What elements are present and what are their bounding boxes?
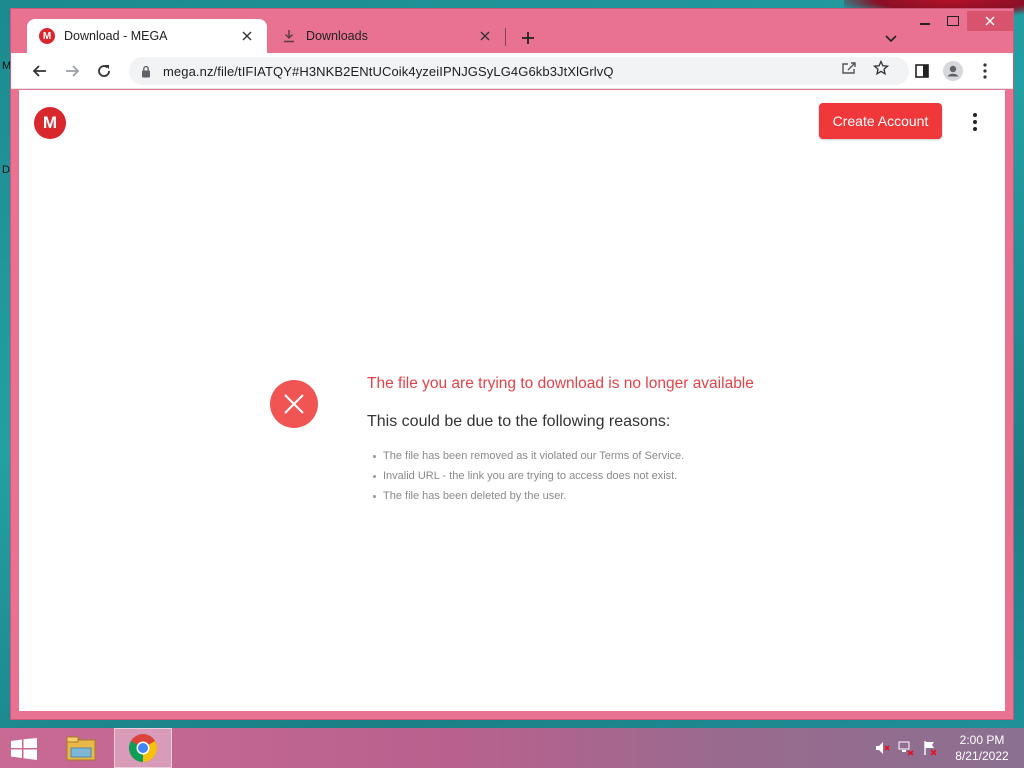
browser-toolbar: mega.nz/file/tIFIATQY#H3NKB2ENtUCoik4yze… bbox=[11, 53, 1013, 89]
browser-window: M Download - MEGA Downloads mega.nz/file… bbox=[10, 8, 1014, 720]
arrow-right-icon bbox=[66, 65, 80, 77]
plus-icon bbox=[522, 32, 534, 44]
start-button[interactable] bbox=[10, 738, 38, 760]
reload-icon bbox=[98, 65, 110, 77]
taskbar-chrome[interactable] bbox=[114, 728, 172, 768]
profile-button[interactable] bbox=[940, 58, 966, 84]
taskbar: 2:00 PM 8/21/2022 bbox=[0, 728, 1024, 768]
kebab-dot bbox=[973, 120, 977, 124]
download-icon bbox=[281, 28, 297, 44]
back-button[interactable] bbox=[27, 58, 53, 84]
share-button[interactable] bbox=[838, 57, 860, 79]
tab-separator bbox=[505, 28, 506, 46]
reload-button[interactable] bbox=[91, 58, 117, 84]
system-clock[interactable]: 2:00 PM 8/21/2022 bbox=[942, 732, 1022, 764]
url-text: mega.nz/file/tIFIATQY#H3NKB2ENtUCoik4yze… bbox=[163, 63, 614, 79]
star-icon bbox=[873, 60, 889, 76]
tab-close-icon[interactable] bbox=[239, 28, 255, 44]
clock-time: 2:00 PM bbox=[959, 733, 1005, 747]
error-title: The file you are trying to download is n… bbox=[367, 375, 754, 392]
bookmark-button[interactable] bbox=[870, 57, 892, 79]
list-item: The file has been deleted by the user. bbox=[371, 486, 684, 506]
volume-muted-icon[interactable] bbox=[874, 740, 890, 756]
page-content: M Create Account The file you are trying… bbox=[19, 90, 1005, 711]
new-tab-button[interactable] bbox=[517, 27, 539, 49]
side-panel-icon bbox=[915, 64, 929, 78]
share-icon bbox=[842, 62, 856, 74]
reasons-list: The file has been removed as it violated… bbox=[371, 446, 684, 506]
avatar-icon bbox=[943, 61, 963, 81]
tab-downloads[interactable]: Downloads bbox=[269, 19, 505, 53]
tab-search-button[interactable] bbox=[881, 29, 901, 49]
tab-strip: M Download - MEGA Downloads bbox=[11, 19, 1013, 53]
forward-button[interactable] bbox=[59, 58, 85, 84]
error-icon bbox=[270, 380, 318, 428]
list-item: The file has been removed as it violated… bbox=[371, 446, 684, 466]
tab-title: Downloads bbox=[306, 29, 368, 43]
arrow-left-icon bbox=[32, 65, 46, 77]
lock-icon bbox=[139, 64, 153, 78]
mega-logo[interactable]: M bbox=[34, 107, 66, 139]
kebab-menu-icon bbox=[983, 63, 987, 79]
windows-logo-icon bbox=[11, 738, 37, 760]
page-menu-button[interactable] bbox=[969, 111, 981, 133]
mega-favicon-icon: M bbox=[39, 28, 55, 44]
address-bar[interactable]: mega.nz/file/tIFIATQY#H3NKB2ENtUCoik4yze… bbox=[129, 57, 909, 85]
chevron-down-icon bbox=[885, 35, 897, 43]
side-panel-button[interactable] bbox=[909, 58, 935, 84]
action-center-flag-icon[interactable] bbox=[922, 740, 938, 756]
taskbar-file-explorer[interactable] bbox=[52, 728, 110, 768]
browser-menu-button[interactable] bbox=[972, 58, 998, 84]
network-icon[interactable] bbox=[898, 740, 914, 756]
kebab-dot bbox=[973, 113, 977, 117]
folder-icon bbox=[66, 736, 96, 761]
tab-title: Download - MEGA bbox=[64, 29, 168, 43]
kebab-dot bbox=[973, 127, 977, 131]
tab-close-icon[interactable] bbox=[477, 28, 493, 44]
chrome-icon bbox=[129, 734, 157, 762]
tab-download-mega[interactable]: M Download - MEGA bbox=[27, 19, 267, 53]
list-item: Invalid URL - the link you are trying to… bbox=[371, 466, 684, 486]
clock-date: 8/21/2022 bbox=[955, 749, 1009, 763]
desktop-icon-label[interactable]: D bbox=[2, 164, 10, 176]
create-account-button[interactable]: Create Account bbox=[819, 103, 942, 139]
error-subtitle: This could be due to the following reaso… bbox=[367, 413, 671, 430]
